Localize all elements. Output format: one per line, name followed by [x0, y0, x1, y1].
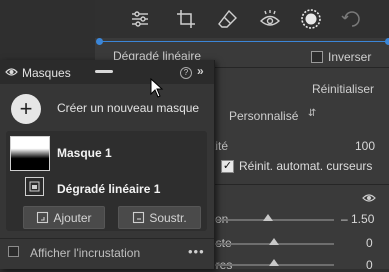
subtract-button-label: Soustr. — [149, 210, 187, 225]
reset-button[interactable]: Réinitialiser — [312, 82, 374, 96]
eraser-icon[interactable] — [217, 8, 239, 30]
sliders-icon[interactable] — [129, 8, 151, 30]
drag-handle[interactable] — [95, 70, 113, 73]
add-button-label: Ajouter — [53, 210, 92, 225]
slider-value[interactable]: 0 — [366, 236, 373, 250]
mask-edit-line — [97, 41, 389, 42]
mask-circle-icon[interactable] — [300, 8, 322, 30]
slider-thumb[interactable] — [263, 214, 273, 221]
preset-dropdown[interactable]: Personnalisé — [229, 109, 298, 123]
add-button[interactable]: Ajouter — [23, 206, 105, 229]
slider-thumb[interactable] — [269, 259, 279, 266]
component-name[interactable]: Dégradé linéaire 1 — [57, 182, 160, 196]
auto-reset-label: Réinit. automat. curseurs — [239, 159, 373, 173]
subtract-button[interactable]: Soustr. — [118, 206, 201, 229]
subtract-mask-icon — [133, 211, 145, 223]
redeye-icon[interactable] — [259, 8, 281, 30]
invert-label: Inverser — [328, 50, 372, 64]
help-icon[interactable]: ? — [180, 67, 192, 79]
slider-track[interactable] — [214, 219, 334, 221]
mask-name[interactable]: Masque 1 — [57, 146, 112, 160]
create-mask-label[interactable]: Créer un nouveau masque — [57, 101, 199, 115]
mask-edit-handle[interactable] — [96, 38, 103, 45]
invert-checkbox[interactable] — [311, 51, 323, 63]
amount-value[interactable]: 100 — [355, 139, 375, 153]
eye-icon[interactable] — [362, 193, 376, 206]
slider-thumb[interactable] — [269, 238, 279, 245]
tool-strip — [95, 0, 389, 38]
gradient-component-icon[interactable] — [25, 177, 44, 196]
healing-icon[interactable] — [341, 8, 363, 30]
mouse-cursor-icon — [150, 77, 164, 101]
auto-reset-checkbox[interactable]: ✓ — [221, 160, 234, 173]
overlay-checkbox[interactable] — [8, 246, 19, 257]
masks-panel-title: Masques — [22, 66, 71, 80]
slider-value[interactable]: – 1.50 — [341, 212, 374, 226]
eye-icon[interactable] — [5, 67, 18, 80]
crop-icon[interactable] — [175, 8, 197, 30]
updown-chevron-icon[interactable]: ⇵ — [308, 108, 316, 119]
divider — [0, 238, 214, 239]
add-mask-icon — [37, 211, 49, 223]
mask-edit-handle[interactable] — [385, 38, 389, 45]
overlay-label: Afficher l'incrustation — [30, 246, 141, 260]
slider-value[interactable]: 0 — [366, 258, 373, 272]
more-options-icon[interactable]: ••• — [188, 244, 205, 259]
plus-icon[interactable]: + — [11, 94, 41, 124]
collapse-icon[interactable]: » — [197, 64, 204, 78]
mask-thumbnail[interactable] — [10, 136, 50, 171]
